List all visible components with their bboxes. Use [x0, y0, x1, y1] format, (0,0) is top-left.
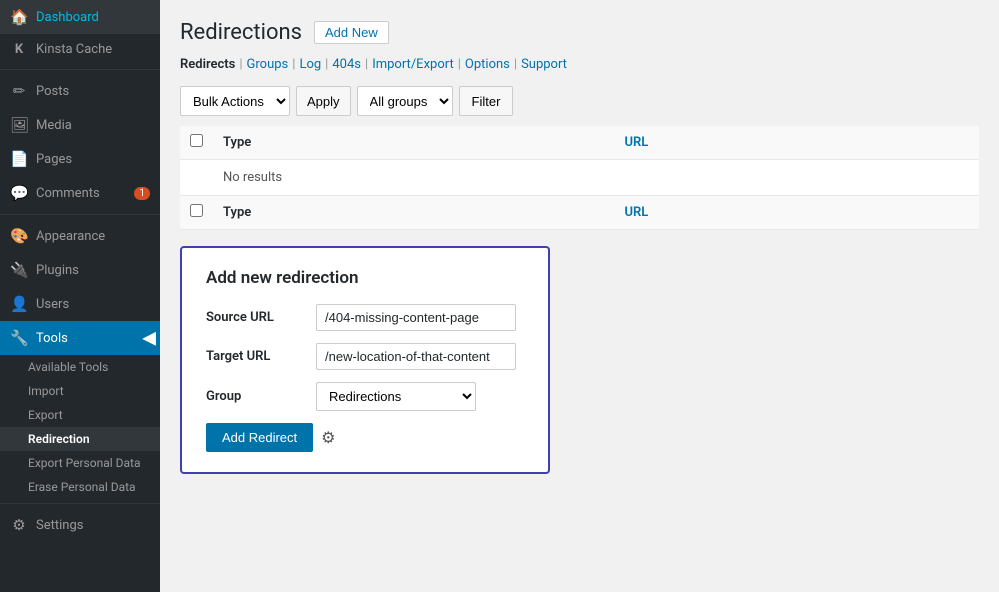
sidebar-sub-export[interactable]: Export — [0, 403, 160, 427]
sidebar-item-kinsta-cache[interactable]: K Kinsta Cache — [0, 34, 160, 65]
table-header-row: Type URL — [180, 126, 979, 160]
table-header-url[interactable]: URL — [614, 126, 979, 160]
toolbar: Bulk Actions Apply All groups Filter — [180, 86, 979, 116]
group-select[interactable]: Redirections — [316, 382, 476, 411]
sidebar-sub-export-personal-data[interactable]: Export Personal Data — [0, 451, 160, 475]
source-url-input[interactable] — [316, 304, 516, 331]
table-row-footer: Type URL — [180, 196, 979, 230]
sidebar-item-dashboard[interactable]: 🏠 Dashboard — [0, 0, 160, 34]
sub-label: Redirection — [28, 432, 90, 446]
table-cell-checkbox — [180, 160, 213, 196]
sidebar: 🏠 Dashboard K Kinsta Cache ✏ Posts 🖼 Med… — [0, 0, 160, 592]
comments-icon: 💬 — [10, 184, 28, 202]
sidebar-item-comments[interactable]: 💬 Comments 1 — [0, 176, 160, 210]
comments-badge: 1 — [134, 187, 150, 200]
plugins-icon: 🔌 — [10, 261, 28, 279]
appearance-icon: 🎨 — [10, 227, 28, 245]
target-url-row: Target URL — [206, 343, 524, 370]
group-label: Group — [206, 389, 306, 404]
main-content: Redirections Add New Redirects | Groups … — [160, 0, 999, 592]
page-header: Redirections Add New — [180, 20, 979, 45]
sidebar-item-media[interactable]: 🖼 Media — [0, 108, 160, 142]
dashboard-icon: 🏠 — [10, 8, 28, 26]
table-footer-type: Type — [213, 196, 614, 230]
sidebar-item-pages[interactable]: 📄 Pages — [0, 142, 160, 176]
bulk-actions-select[interactable]: Bulk Actions — [180, 86, 290, 116]
sidebar-item-label: Plugins — [36, 263, 79, 278]
sidebar-divider — [0, 69, 160, 70]
kinsta-icon: K — [10, 42, 28, 57]
sidebar-item-appearance[interactable]: 🎨 Appearance — [0, 219, 160, 253]
sidebar-sub-redirection[interactable]: Redirection — [0, 427, 160, 451]
table-header-type: Type — [213, 126, 614, 160]
sidebar-sub-available-tools[interactable]: Available Tools — [0, 355, 160, 379]
target-url-label: Target URL — [206, 349, 306, 364]
pages-icon: 📄 — [10, 150, 28, 168]
no-results-text: No results — [213, 160, 979, 196]
sidebar-item-tools[interactable]: 🔧 Tools ◀ — [0, 321, 160, 355]
sidebar-item-label: Appearance — [36, 229, 105, 244]
target-url-input[interactable] — [316, 343, 516, 370]
sub-label: Available Tools — [28, 360, 108, 374]
redirect-table: Type URL No results Type URL — [180, 126, 979, 230]
add-redirect-button[interactable]: Add Redirect — [206, 423, 313, 452]
table-footer-checkbox — [180, 196, 213, 230]
source-url-label: Source URL — [206, 310, 306, 325]
page-title: Redirections — [180, 20, 302, 45]
sidebar-item-settings[interactable]: ⚙ Settings — [0, 508, 160, 542]
tools-arrow: ◀ — [142, 328, 160, 349]
sidebar-item-posts[interactable]: ✏ Posts — [0, 74, 160, 108]
sidebar-divider-2 — [0, 214, 160, 215]
select-all-checkbox[interactable] — [190, 134, 203, 147]
add-new-button[interactable]: Add New — [314, 21, 389, 44]
media-icon: 🖼 — [10, 116, 28, 134]
panel-title: Add new redirection — [206, 268, 524, 288]
table-header-checkbox — [180, 126, 213, 160]
sidebar-item-label: Pages — [36, 152, 72, 167]
tools-icon: 🔧 — [10, 329, 28, 347]
settings-icon: ⚙ — [10, 516, 28, 534]
sidebar-item-users[interactable]: 👤 Users — [0, 287, 160, 321]
sidebar-item-label: Dashboard — [36, 10, 99, 25]
sub-label: Erase Personal Data — [28, 480, 136, 494]
nav-link-redirects[interactable]: Redirects — [180, 57, 235, 72]
sidebar-divider-3 — [0, 503, 160, 504]
select-all-footer-checkbox[interactable] — [190, 204, 203, 217]
sidebar-item-label: Posts — [36, 84, 69, 99]
nav-link-log[interactable]: Log — [299, 57, 321, 72]
nav-link-import-export[interactable]: Import/Export — [372, 57, 454, 72]
sub-label: Export — [28, 408, 63, 422]
panel-actions: Add Redirect ⚙ — [206, 423, 524, 452]
groups-select[interactable]: All groups — [357, 86, 453, 116]
posts-icon: ✏ — [10, 82, 28, 100]
nav-links: Redirects | Groups | Log | 404s | Import… — [180, 57, 979, 72]
sub-label: Export Personal Data — [28, 456, 140, 470]
nav-link-options[interactable]: Options — [465, 57, 510, 72]
table-row-no-results: No results — [180, 160, 979, 196]
users-icon: 👤 — [10, 295, 28, 313]
nav-link-404s[interactable]: 404s — [332, 57, 361, 72]
filter-button[interactable]: Filter — [459, 86, 514, 116]
sidebar-sub-erase-personal-data[interactable]: Erase Personal Data — [0, 475, 160, 499]
source-url-row: Source URL — [206, 304, 524, 331]
nav-link-groups[interactable]: Groups — [247, 57, 289, 72]
sidebar-item-label: Settings — [36, 518, 83, 533]
sidebar-item-label: Kinsta Cache — [36, 42, 112, 57]
sub-label: Import — [28, 384, 64, 398]
sidebar-item-label: Media — [36, 118, 72, 133]
table-footer-url[interactable]: URL — [614, 196, 979, 230]
nav-link-support[interactable]: Support — [521, 57, 567, 72]
panel-settings-icon[interactable]: ⚙ — [321, 428, 335, 447]
sidebar-item-label: Tools — [36, 331, 68, 346]
group-row: Group Redirections — [206, 382, 524, 411]
sidebar-item-plugins[interactable]: 🔌 Plugins — [0, 253, 160, 287]
sidebar-sub-import[interactable]: Import — [0, 379, 160, 403]
sidebar-item-label: Users — [36, 297, 69, 312]
add-redirect-panel: Add new redirection Source URL Target UR… — [180, 246, 550, 474]
apply-button[interactable]: Apply — [296, 86, 351, 116]
sidebar-item-label: Comments — [36, 186, 100, 201]
